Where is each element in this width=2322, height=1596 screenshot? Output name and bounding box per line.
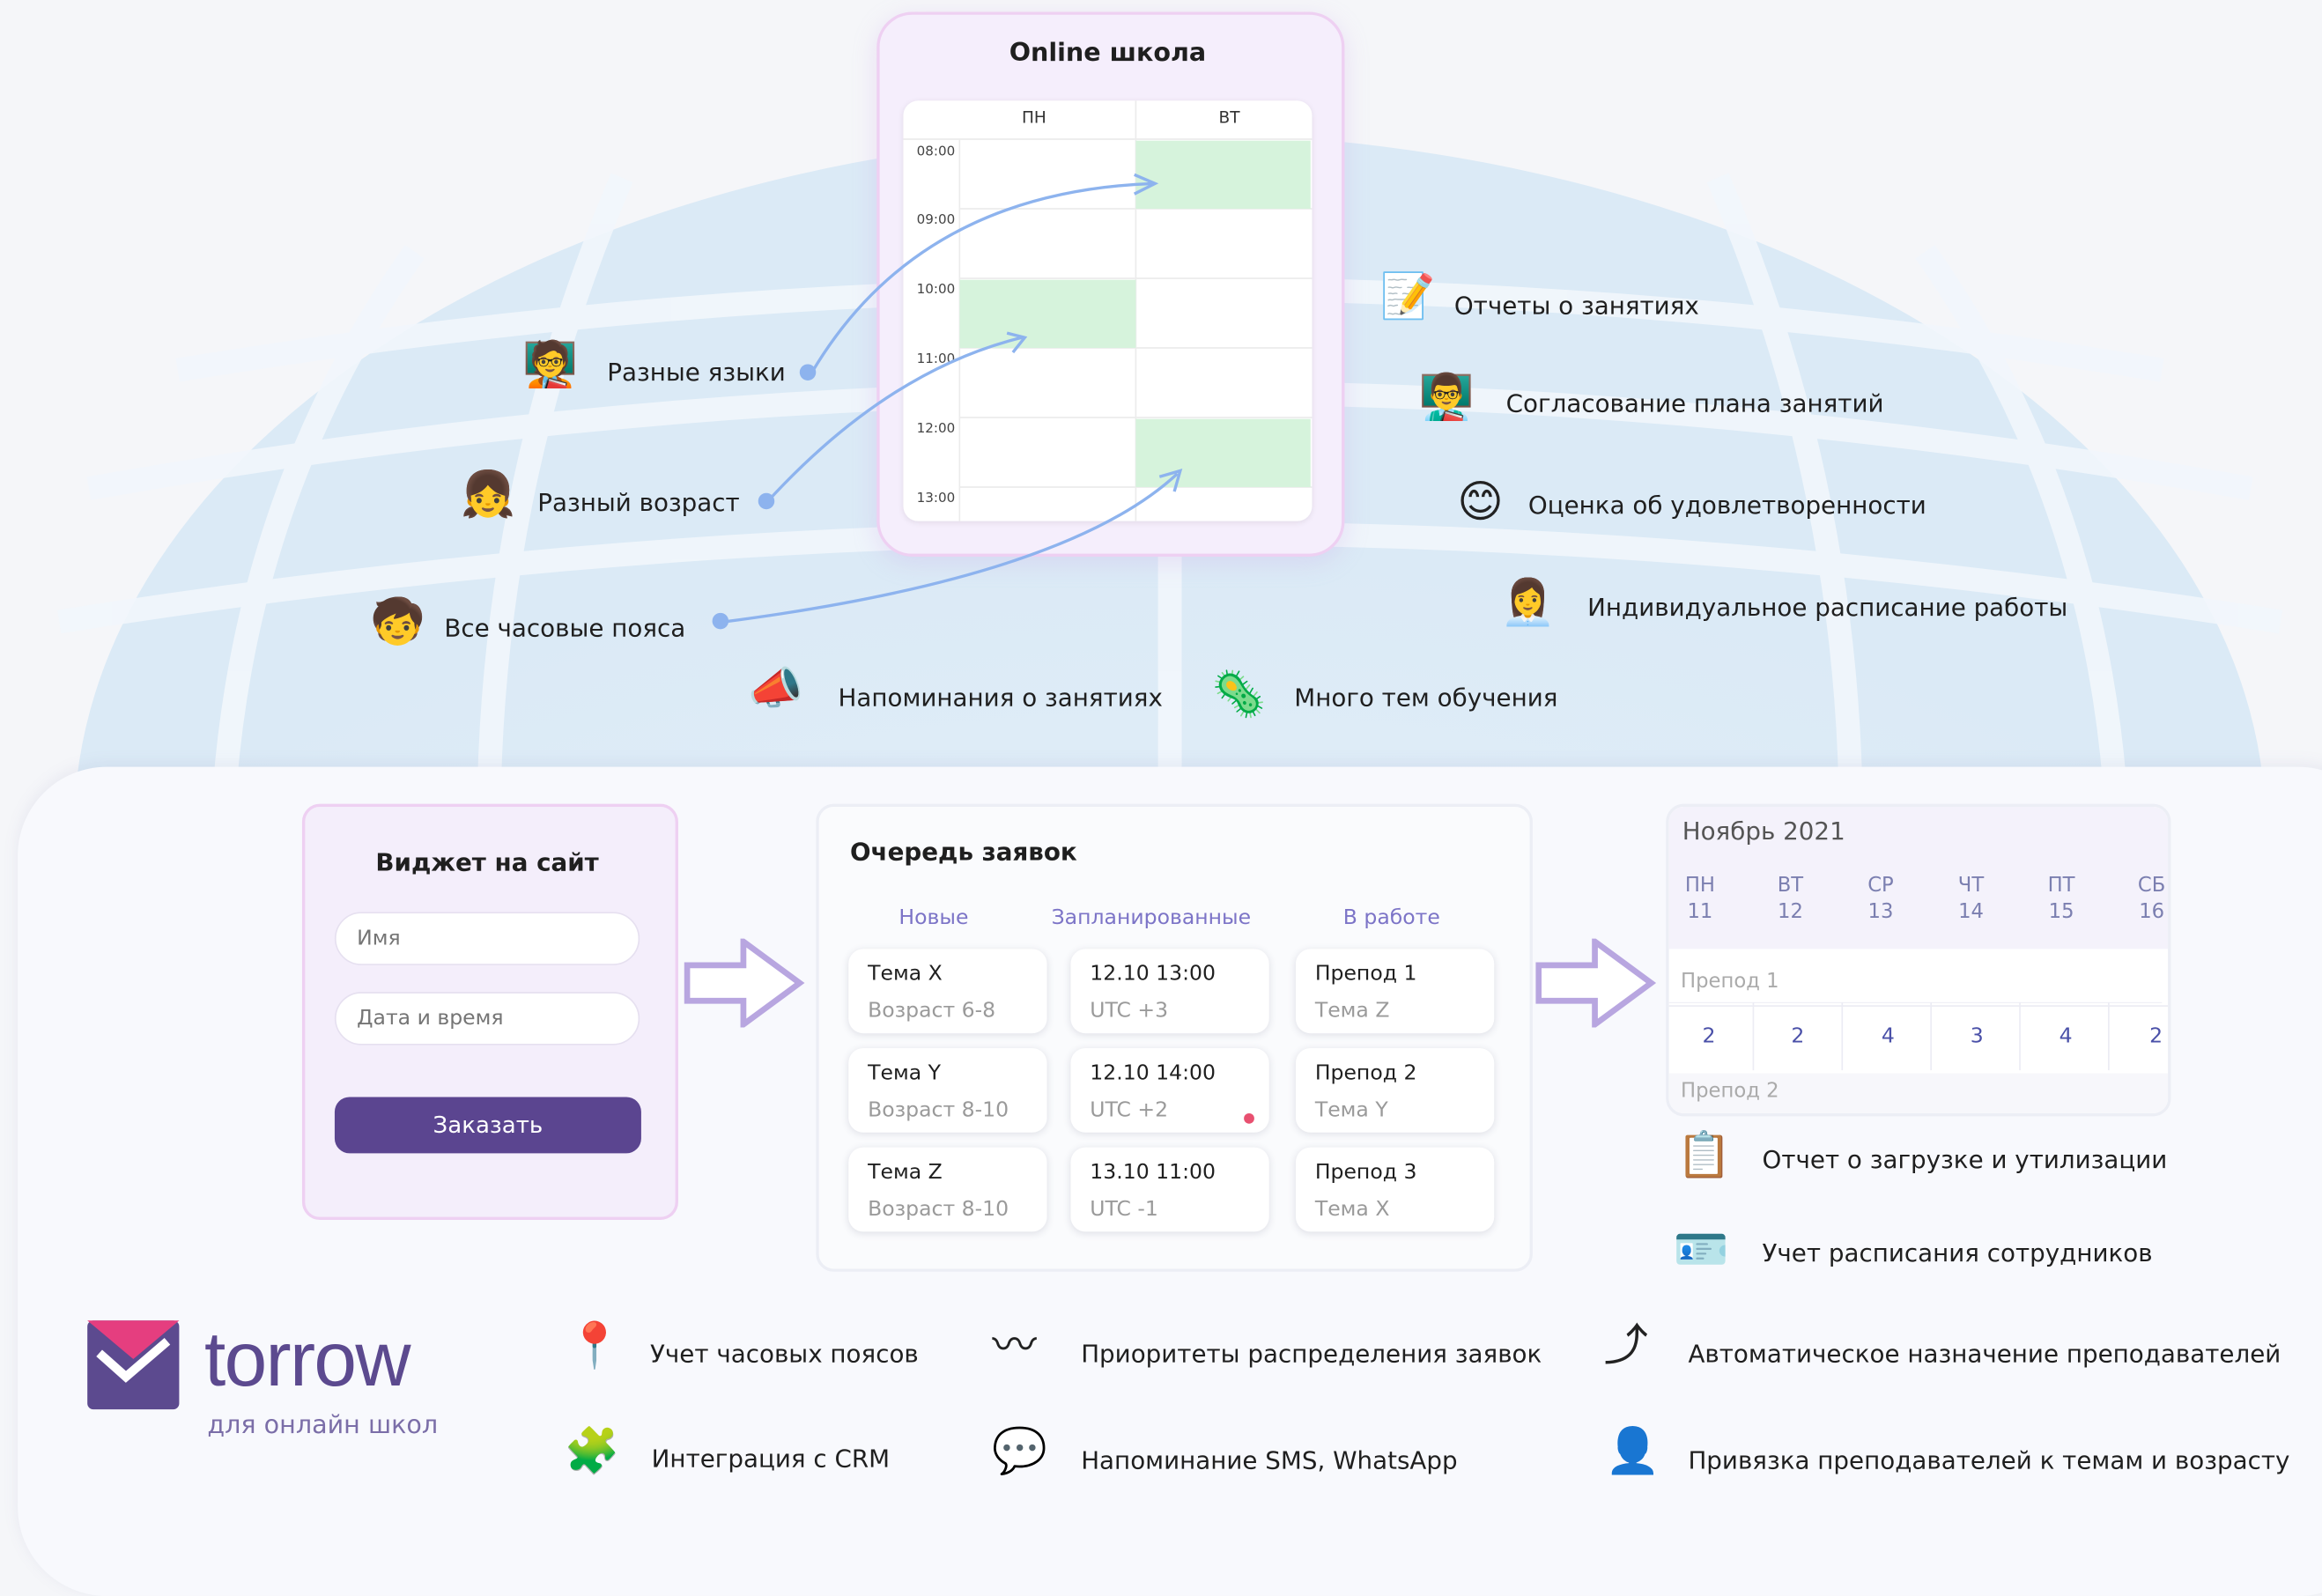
column-in-work: В работе	[1342, 905, 1440, 930]
feature-timezone-accounting: Учет часовых поясов	[650, 1340, 919, 1369]
arrow-right-icon	[684, 938, 805, 1028]
calendar-row-label: Препод 2	[1681, 1079, 1779, 1104]
smile-icon: 😊	[1457, 477, 1504, 529]
feature-staff-schedule: Учет расписания сотрудников	[1762, 1238, 2153, 1267]
calendar-day: СБ 16	[2137, 873, 2166, 924]
feature-utilization-report: Отчет о загрузке и утилизации	[1762, 1145, 2168, 1174]
feature-topics: Много тем обучения	[1294, 683, 1558, 713]
megaphone-icon: 📣	[747, 662, 803, 715]
feature-satisfaction: Оценка об удовлетворенности	[1527, 491, 1926, 520]
calendar-count[interactable]: 2	[1687, 1024, 1731, 1048]
person-network-icon: 👤	[1605, 1425, 1661, 1478]
calendar-count[interactable]: 2	[1776, 1024, 1820, 1048]
connector-dot	[799, 364, 817, 381]
feature-plan: Согласование плана занятий	[1505, 389, 1884, 417]
brand-name: torrow	[203, 1317, 410, 1404]
calendar-count[interactable]: 4	[2044, 1024, 2088, 1048]
feature-individual: Индивидуальное расписание работы	[1587, 594, 2068, 622]
torrow-logo-icon	[87, 1320, 180, 1410]
soundwave-icon: 〰	[992, 1320, 1037, 1373]
calendar-grid	[1668, 1001, 2163, 1071]
calendar-day: ЧТ 14	[1957, 873, 1985, 924]
datetime-input[interactable]	[334, 992, 640, 1046]
calendar-count[interactable]: 2	[2133, 1024, 2178, 1048]
calendar-day: ПН 11	[1684, 873, 1715, 924]
calendar-day: СР 13	[1867, 873, 1894, 924]
teacher-board-icon: 👨‍🏫	[1418, 371, 1475, 424]
calendar-day: ВТ 12	[1777, 873, 1804, 924]
feature-reminders: Напоминания о занятиях	[838, 683, 1163, 713]
queue-item[interactable]: Тема Z Возраст 8-10	[848, 1147, 1047, 1232]
queue-item[interactable]: Препод 2 Тема Y	[1295, 1048, 1495, 1133]
priority-dot	[1244, 1112, 1254, 1124]
woman-icon: 👩‍💼	[1499, 577, 1556, 630]
girl-icon: 👧	[460, 469, 516, 521]
feature-languages: Разные языки	[607, 358, 786, 387]
fork-arrow-icon: ⤴	[1603, 1320, 1649, 1373]
puzzle-icon: 🧩	[564, 1425, 620, 1478]
connector-dot	[758, 492, 775, 510]
order-button[interactable]: Заказать	[334, 1097, 641, 1154]
notepad-icon: 📝	[1379, 270, 1436, 323]
feature-reports: Отчеты о занятиях	[1453, 292, 1699, 321]
column-new: Новые	[898, 905, 969, 930]
queue-item[interactable]: Тема Y Возраст 8-10	[848, 1048, 1047, 1133]
queue-item[interactable]: 12.10 13:00 UTC +3	[1070, 949, 1269, 1034]
queue-item[interactable]: 13.10 11:00 UTC -1	[1070, 1147, 1269, 1232]
feature-request-priorities: Приоритеты распределения заявок	[1081, 1340, 1542, 1369]
id-card-icon: 🪪	[1673, 1224, 1729, 1276]
child-icon: 🧒	[370, 596, 426, 649]
queue-item[interactable]: Препод 3 Тема X	[1295, 1147, 1495, 1232]
queue-item[interactable]: 12.10 14:00 UTC +2	[1070, 1048, 1269, 1133]
feature-age: Разный возраст	[537, 488, 740, 517]
chat-icon: 💬	[992, 1425, 1048, 1478]
column-planned: Запланированные	[1051, 905, 1252, 930]
feature-timezones: Все часовые пояса	[444, 614, 686, 643]
arrow-right-icon	[1535, 938, 1657, 1028]
pin-icon: 📍	[566, 1320, 623, 1373]
calendar-count[interactable]: 3	[1955, 1024, 1999, 1048]
widget-title: Виджет на сайт	[375, 848, 599, 877]
clipboard-icon: 📋	[1676, 1129, 1732, 1182]
feature-sms-whatsapp: Напоминание SMS, WhatsApp	[1081, 1446, 1458, 1475]
calendar-count[interactable]: 4	[1866, 1024, 1910, 1048]
calendar-row-label: Препод 1	[1681, 969, 1779, 994]
brand-tagline: для онлайн школ	[207, 1410, 439, 1441]
feature-teacher-binding: Привязка преподавателей к темам и возрас…	[1688, 1446, 2290, 1475]
queue-item[interactable]: Препод 1 Тема Z	[1295, 949, 1495, 1034]
teacher-man-icon: 🧑‍🏫	[522, 338, 579, 391]
queue-title: Очередь заявок	[849, 838, 1077, 867]
calendar-month: Ноябрь 2021	[1682, 816, 1845, 846]
name-input[interactable]	[334, 912, 640, 965]
virus-icon: 🦠	[1211, 669, 1267, 721]
queue-item[interactable]: Тема X Возраст 6-8	[848, 949, 1047, 1034]
calendar-day: ПТ 15	[2047, 873, 2075, 924]
feature-auto-assign: Автоматическое назначение преподавателей	[1688, 1340, 2281, 1369]
connector-dot	[712, 612, 729, 630]
feature-crm: Интеграция с CRM	[651, 1445, 891, 1474]
